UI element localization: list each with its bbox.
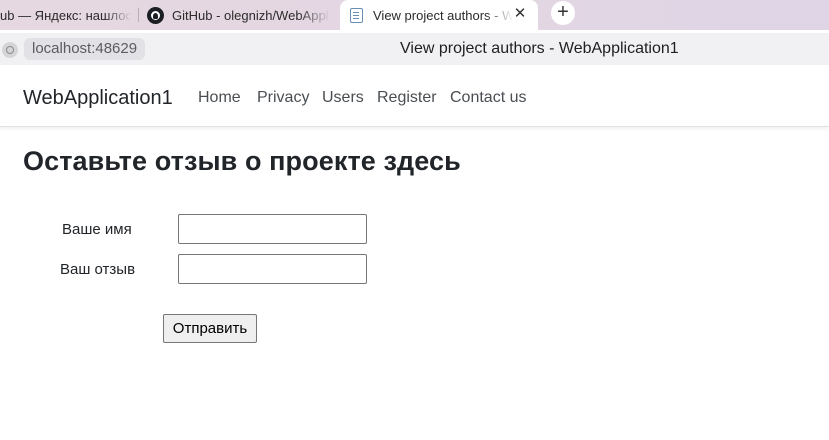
nav-link-register[interactable]: Register: [377, 89, 437, 107]
tab-separator: [138, 8, 139, 22]
nav-link-privacy[interactable]: Privacy: [257, 89, 309, 107]
address-page-title: View project authors - WebApplication1: [400, 40, 679, 57]
submit-button[interactable]: Отправить: [163, 314, 257, 343]
address-bar: localhost:48629 View project authors - W…: [0, 30, 829, 70]
tab-github[interactable]: GitHub - olegnizh/WebApplication1: [147, 0, 337, 30]
url-text[interactable]: localhost:48629: [24, 38, 146, 60]
tab-title: ub — Яндекс: нашлось: [0, 7, 131, 23]
omnibox[interactable]: localhost:48629 View project authors - W…: [0, 33, 829, 65]
review-label: Ваш отзыв: [60, 261, 136, 278]
new-tab-button[interactable]: +: [551, 1, 575, 25]
tab-title: GitHub - olegnizh/WebApplication1: [172, 7, 330, 23]
tab-title: View project authors - WebApplication1: [373, 7, 513, 23]
navbar-brand[interactable]: WebApplication1: [23, 87, 173, 110]
close-icon[interactable]: ✕: [512, 6, 528, 22]
page-heading: Оставьте отзыв о проекте здесь: [23, 146, 461, 176]
name-label: Ваше имя: [62, 221, 132, 238]
nav-link-contact-us[interactable]: Contact us: [450, 89, 526, 107]
tab-view-project-authors[interactable]: View project authors - WebApplication1 ✕: [340, 0, 538, 30]
site-info-icon[interactable]: [2, 42, 18, 58]
review-input[interactable]: [178, 254, 367, 284]
github-icon: [147, 6, 164, 24]
tab-yandex[interactable]: ub — Яндекс: нашлось: [0, 0, 135, 30]
name-input[interactable]: [178, 214, 367, 244]
nav-link-users[interactable]: Users: [322, 89, 364, 107]
nav-link-home[interactable]: Home: [198, 89, 241, 107]
document-icon: [350, 7, 363, 23]
browser-tab-strip: ub — Яндекс: нашлось GitHub - olegnizh/W…: [0, 0, 829, 30]
site-navbar: WebApplication1 Home Privacy Users Regis…: [0, 70, 829, 127]
